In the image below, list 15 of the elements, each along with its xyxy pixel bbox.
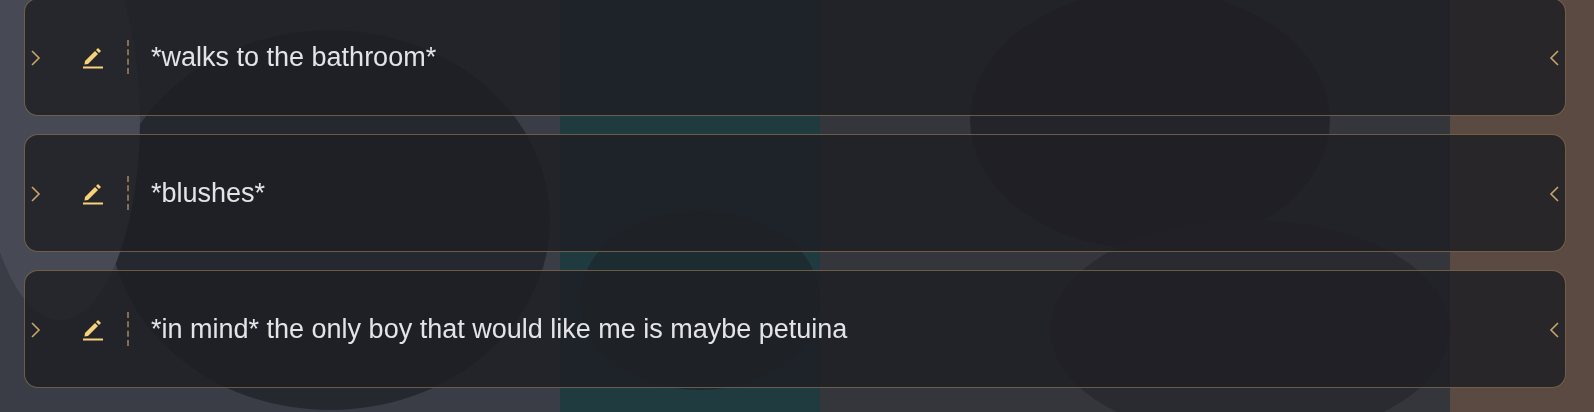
chevron-icon [31, 186, 41, 202]
chevron-icon [1549, 322, 1559, 338]
chevron-icon [1549, 50, 1559, 66]
dialogue-option[interactable]: *blushes* [24, 134, 1566, 252]
pencil-icon [81, 317, 105, 341]
chevron-icon [1549, 186, 1559, 202]
chevron-icon [31, 322, 41, 338]
chevron-icon [31, 50, 41, 66]
pencil-icon [81, 45, 105, 69]
option-text: *blushes* [151, 177, 266, 209]
dialogue-option[interactable]: *in mind* the only boy that would like me is maybe petuina [24, 270, 1566, 388]
option-text: *in mind* the only boy that would like me is maybe petuina [151, 313, 848, 345]
dialogue-option[interactable]: *walks to the bathroom* [24, 0, 1566, 116]
pencil-icon [81, 181, 105, 205]
option-text: *walks to the bathroom* [151, 41, 437, 73]
